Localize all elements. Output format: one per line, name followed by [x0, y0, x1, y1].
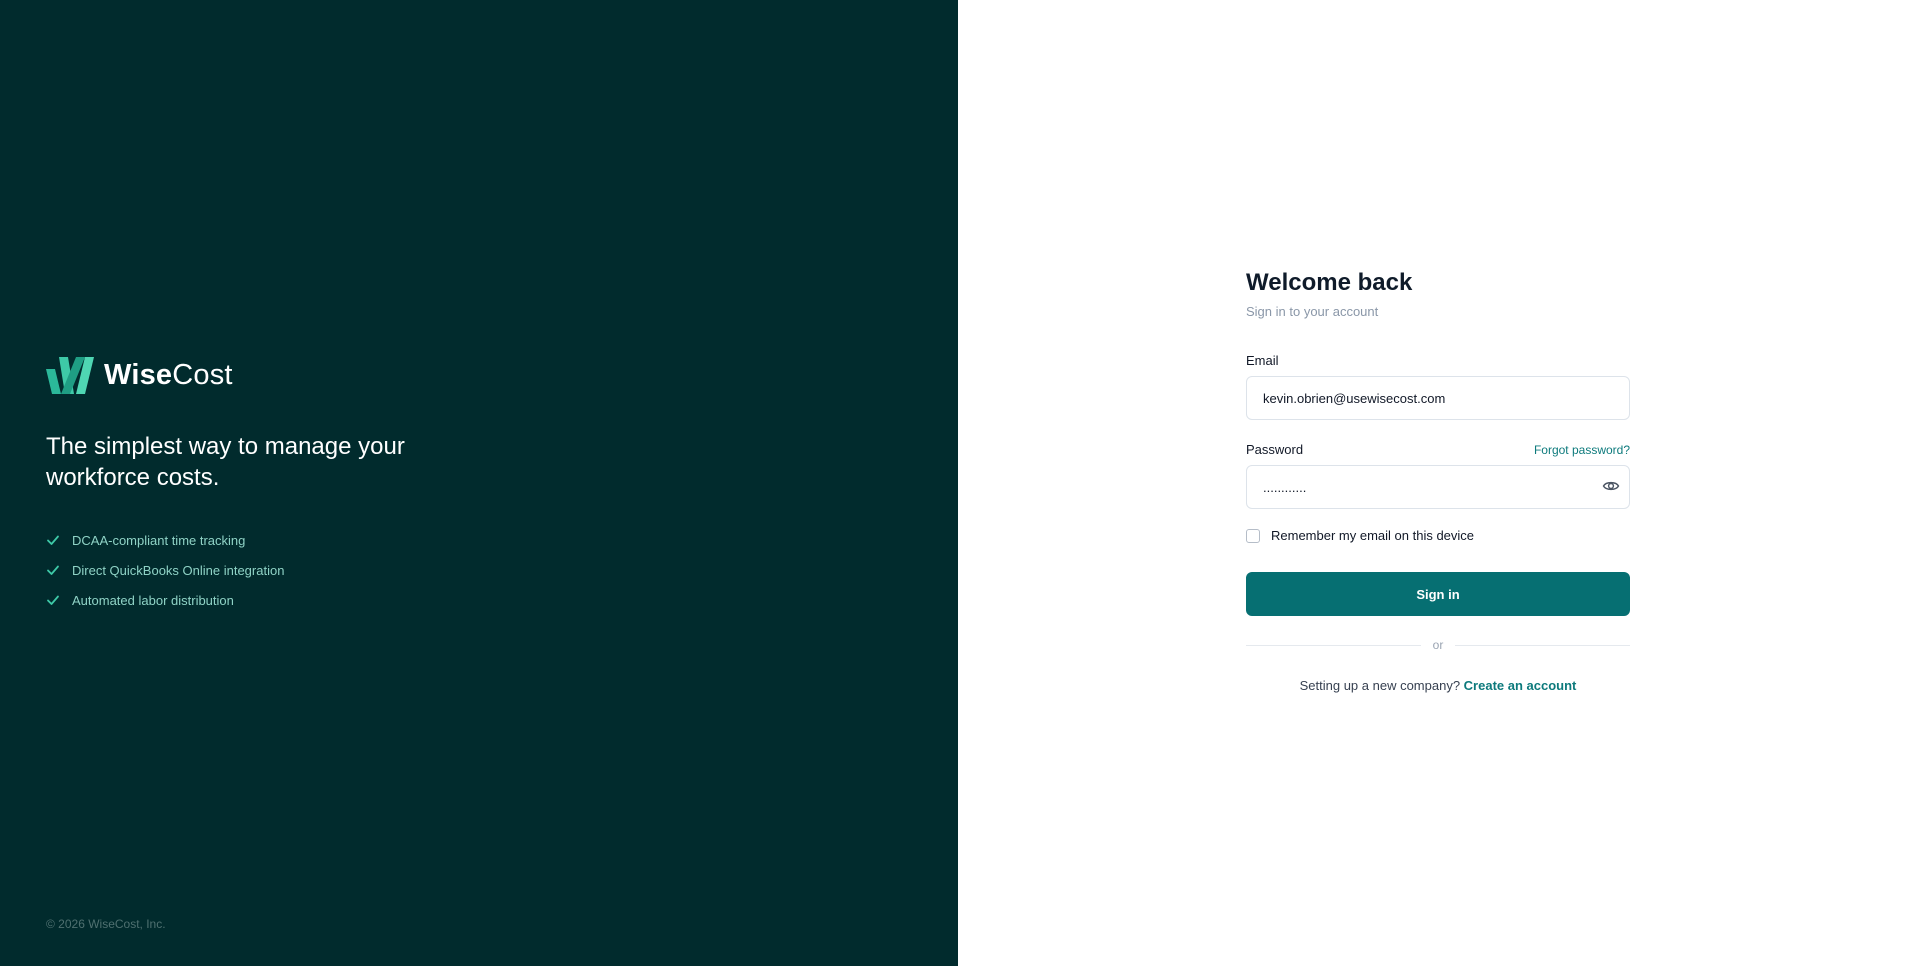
- email-field[interactable]: [1246, 376, 1630, 420]
- check-icon: [47, 565, 59, 575]
- or-divider: or: [1246, 638, 1631, 652]
- feature-text: Automated labor distribution: [72, 592, 234, 608]
- forgot-password-link[interactable]: Forgot password?: [1534, 443, 1630, 457]
- password-label-row: Password Forgot password?: [1246, 442, 1630, 457]
- feature-item: Direct QuickBooks Online integration: [46, 555, 284, 585]
- copyright-text: © 2026 WiseCost, Inc.: [46, 917, 166, 931]
- password-field-wrapper: [1246, 465, 1630, 509]
- signup-row: Setting up a new company? Create an acco…: [1246, 678, 1630, 693]
- feature-item: DCAA-compliant time tracking: [46, 525, 284, 555]
- brand-logo: WiseCost: [46, 357, 233, 394]
- brand-name-wise: Wise: [104, 359, 173, 391]
- divider-text: or: [1432, 638, 1444, 652]
- check-icon: [47, 535, 59, 545]
- wisecost-logo-icon: [46, 357, 94, 394]
- page-title: Welcome back: [1246, 269, 1413, 296]
- brand-panel: WiseCost The simplest way to manage your…: [0, 0, 958, 966]
- signin-form: Welcome back Sign in to your account Ema…: [1246, 268, 1631, 693]
- create-account-link[interactable]: Create an account: [1464, 678, 1577, 693]
- password-label: Password: [1246, 442, 1304, 457]
- brand-name: WiseCost: [104, 359, 233, 392]
- remember-label[interactable]: Remember my email on this device: [1271, 528, 1474, 543]
- signup-prompt: Setting up a new company?: [1299, 678, 1464, 693]
- feature-text: DCAA-compliant time tracking: [72, 532, 246, 548]
- sign-in-button[interactable]: Sign in: [1246, 572, 1630, 616]
- eye-icon[interactable]: [1602, 477, 1620, 495]
- feature-text: Direct QuickBooks Online integration: [72, 562, 285, 578]
- feature-list: DCAA-compliant time tracking Direct Quic…: [46, 525, 284, 615]
- brand-name-cost: Cost: [172, 359, 233, 391]
- hero-tagline: The simplest way to manage your workforc…: [46, 433, 405, 491]
- check-icon: [47, 595, 59, 605]
- page-subtitle: Sign in to your account: [1246, 304, 1379, 319]
- remember-checkbox[interactable]: [1246, 528, 1260, 543]
- email-label-row: Email: [1246, 353, 1630, 368]
- divider-line: [1455, 644, 1631, 646]
- feature-item: Automated labor distribution: [46, 585, 284, 615]
- remember-row: Remember my email on this device: [1246, 528, 1630, 543]
- signin-panel: Welcome back Sign in to your account Ema…: [958, 0, 1917, 966]
- login-page: WiseCost The simplest way to manage your…: [0, 0, 1917, 966]
- password-field[interactable]: [1246, 465, 1630, 509]
- email-label: Email: [1246, 353, 1279, 368]
- divider-line: [1246, 644, 1421, 646]
